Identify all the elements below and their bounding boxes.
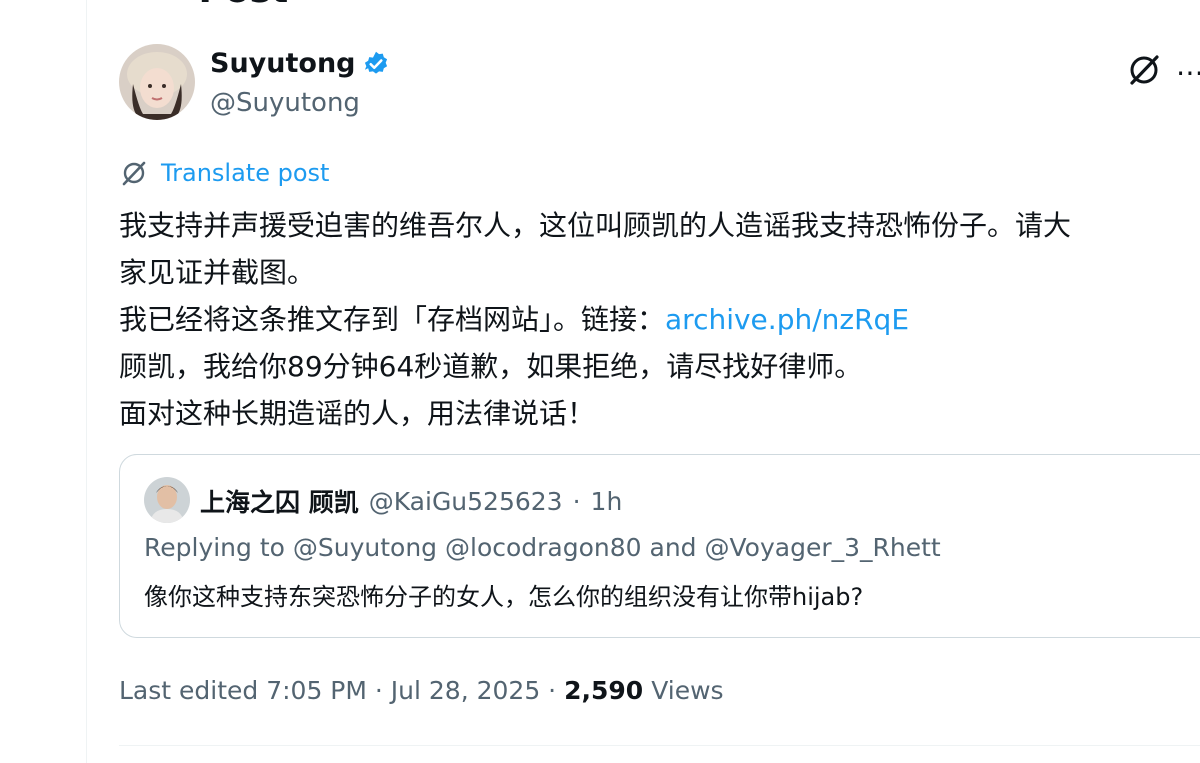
post-line: 家见证并截图。 <box>119 256 316 289</box>
more-options-icon[interactable]: ⋯ <box>1176 56 1200 89</box>
post-text: 我支持并声援受迫害的维吾尔人，这位叫顾凯的人造谣我支持恐怖份子。请大 家见证并截… <box>119 202 1199 437</box>
verified-badge-icon <box>362 50 390 78</box>
post-line: 顾凯，我给你89分钟64秒道歉，如果拒绝，请尽找好律师。 <box>119 350 863 383</box>
views-count: 2,590 <box>564 676 644 705</box>
divider <box>119 745 1200 746</box>
edited-timestamp[interactable]: Last edited 7:05 PM · Jul 28, 2025 · <box>119 676 556 705</box>
translate-post-button[interactable]: Translate post <box>119 158 329 188</box>
quote-header: 上海之囚 顾凯 @KaiGu525623 · 1h <box>200 483 622 519</box>
views-label: Views <box>651 676 724 705</box>
post-line-text: 我已经将这条推文存到「存档网站」。链接： <box>119 303 666 336</box>
grok-icon[interactable] <box>1124 50 1164 90</box>
quote-separator: · <box>572 486 581 516</box>
post-line: 我支持并声援受迫害的维吾尔人，这位叫顾凯的人造谣我支持恐怖份子。请大 <box>119 209 1072 242</box>
timeline-border <box>86 0 87 763</box>
quote-author-name[interactable]: 上海之囚 顾凯 <box>200 483 359 519</box>
post-line: 我已经将这条推文存到「存档网站」。链接：archive.ph/nzRqE <box>119 296 1199 343</box>
post-header: ← Post <box>110 0 289 11</box>
author-name[interactable]: Suyutong <box>210 48 356 79</box>
author-handle[interactable]: @Suyutong <box>210 88 360 118</box>
quote-timestamp[interactable]: 1h <box>591 487 623 516</box>
quote-author-avatar[interactable] <box>144 477 190 523</box>
post-line: 面对这种长期造谣的人，用法律说话！ <box>119 397 596 430</box>
page-title: Post <box>199 0 289 11</box>
archive-link[interactable]: archive.ph/nzRqE <box>665 303 909 336</box>
quote-author-handle[interactable]: @KaiGu525623 <box>369 487 563 516</box>
translate-icon <box>119 158 149 188</box>
author-name-row[interactable]: Suyutong <box>210 48 390 79</box>
quote-text: 像你这种支持东突恐怖分子的女人，怎么你的组织没有让你带hijab? <box>144 583 864 611</box>
translate-label[interactable]: Translate post <box>161 159 329 187</box>
arrow-left-icon[interactable]: ← <box>110 0 139 10</box>
post-meta: Last edited 7:05 PM · Jul 28, 2025 · 2,5… <box>119 676 724 705</box>
quoted-post-card[interactable]: 上海之囚 顾凯 @KaiGu525623 · 1h Replying to @S… <box>119 454 1200 638</box>
quote-replying-to: Replying to @Suyutong @locodragon80 and … <box>144 533 941 562</box>
author-avatar[interactable] <box>119 44 195 120</box>
